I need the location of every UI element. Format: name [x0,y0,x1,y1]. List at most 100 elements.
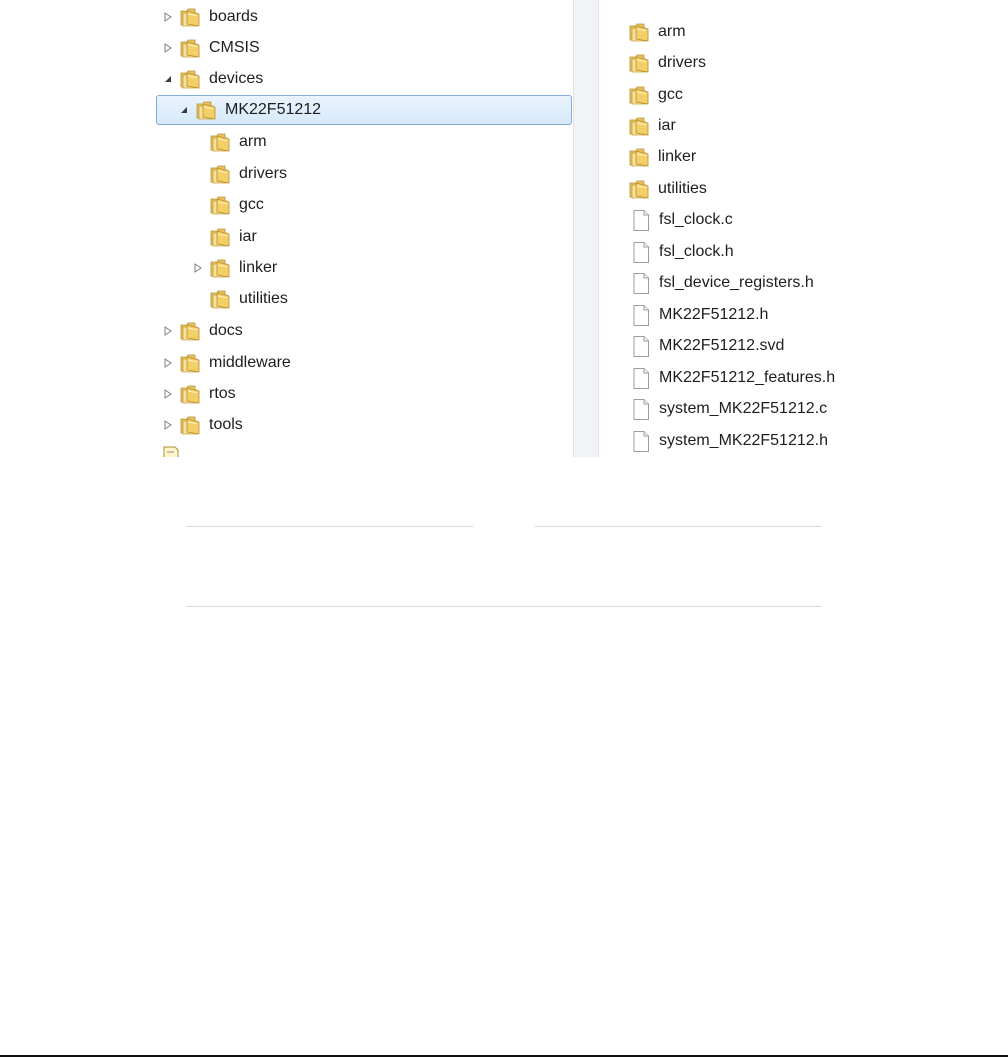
triangle-right-icon[interactable] [161,10,175,24]
tree-item-label: rtos [209,385,236,402]
folder-icon [628,179,650,199]
file-list-label: fsl_device_registers.h [659,274,814,291]
file-icon [633,273,649,294]
archive-file-icon [163,446,179,457]
file-list-label: iar [658,117,676,134]
tree-item-arm[interactable]: arm [209,127,573,157]
file-list-item[interactable]: system_MK22F51212.h [633,426,853,456]
folder-icon [209,195,231,215]
file-list-label: MK22F51212.h [659,306,769,323]
triangle-down-icon[interactable] [161,72,175,86]
tree-item-label: MK22F51212 [225,101,322,118]
tree-item-tools[interactable]: tools [161,410,573,440]
triangle-right-icon[interactable] [191,261,205,275]
file-icon [633,368,649,389]
file-list-label: system_MK22F51212.c [659,400,828,417]
tree-item-label: CMSIS [209,39,260,56]
tree-item-label: arm [239,133,267,150]
file-list-item[interactable]: system_MK22F51212.c [633,394,853,424]
tree-item-label: tools [209,416,243,433]
tree-item-label: utilities [239,290,288,307]
folder-icon [179,384,201,404]
file-list-label: linker [658,148,697,165]
folder-icon [195,100,217,120]
navigation-tree-pane[interactable]: boards CMSIS devices MK22F51212 arm driv… [156,0,573,457]
file-list-item[interactable]: fsl_clock.h [633,237,853,267]
file-list-item[interactable]: drivers [628,48,853,78]
folder-icon [179,415,201,435]
folder-icon [628,147,650,167]
folder-icon [179,7,201,27]
file-list-item[interactable]: fsl_device_registers.h [633,268,853,298]
tree-item-label: drivers [239,165,288,182]
file-list-item[interactable]: MK22F51212.svd [633,331,853,361]
file-list-item[interactable]: fsl_clock.c [633,205,853,235]
file-icon [633,305,649,326]
tree-item-drivers[interactable]: drivers [209,159,573,189]
triangle-right-icon[interactable] [161,418,175,432]
tree-item-docs[interactable]: docs [161,316,573,346]
tree-item-middleware[interactable]: middleware [161,348,573,378]
tree-item-utilities[interactable]: utilities [209,284,573,314]
file-list-item[interactable]: utilities [628,174,853,204]
file-list-label: fsl_clock.h [659,243,734,260]
file-list-pane[interactable]: arm drivers gcc iar linker utilities fsl… [599,0,853,457]
file-icon [633,210,649,231]
triangle-right-icon[interactable] [161,387,175,401]
triangle-right-icon[interactable] [161,356,175,370]
horizontal-rule [186,526,473,527]
file-explorer-window: boards CMSIS devices MK22F51212 arm driv… [156,0,853,457]
file-list-item[interactable]: gcc [628,80,853,110]
file-list-item[interactable]: MK22F51212_features.h [633,363,853,393]
file-list-item[interactable]: MK22F51212.h [633,300,853,330]
folder-icon [209,289,231,309]
file-icon [633,399,649,420]
folder-icon [209,227,231,247]
folder-icon [628,22,650,42]
folder-icon [179,69,201,89]
tree-item-partial[interactable] [163,442,573,457]
file-icon [633,242,649,263]
tree-item-label: linker [239,259,278,276]
file-icon [633,431,649,452]
file-list-label: system_MK22F51212.h [659,432,828,449]
folder-icon [209,258,231,278]
tree-item-label: docs [209,322,243,339]
tree-item-label: iar [239,228,257,245]
file-list-label: arm [658,23,686,40]
tree-item-linker[interactable]: linker [191,253,573,283]
file-list-label: drivers [658,54,707,71]
folder-icon [179,321,201,341]
file-list-item[interactable]: iar [628,111,853,141]
folder-icon [628,53,650,73]
tree-item-label: devices [209,70,264,87]
file-icon [633,336,649,357]
folder-icon [209,132,231,152]
folder-icon [179,38,201,58]
tree-item-boards[interactable]: boards [161,2,573,32]
triangle-right-icon[interactable] [161,324,175,338]
pane-splitter[interactable] [573,0,599,457]
tree-item-rtos[interactable]: rtos [161,379,573,409]
file-list-item[interactable]: arm [628,17,853,47]
triangle-right-icon[interactable] [161,41,175,55]
file-list-item[interactable]: linker [628,142,853,172]
tree-item-gcc[interactable]: gcc [209,190,573,220]
tree-item-label: gcc [239,196,264,213]
tree-item-cmsis[interactable]: CMSIS [161,33,573,63]
folder-icon [628,116,650,136]
tree-item-mk22f51212[interactable]: MK22F51212 [156,95,572,125]
tree-item-iar[interactable]: iar [209,222,573,252]
tree-item-label: boards [209,8,258,25]
horizontal-rule [186,606,821,607]
file-list-label: fsl_clock.c [659,211,733,228]
tree-item-devices[interactable]: devices [161,64,573,94]
folder-icon [628,85,650,105]
file-list-label: utilities [658,180,707,197]
triangle-down-icon[interactable] [177,103,191,117]
file-list-label: MK22F51212_features.h [659,369,836,386]
file-list-label: MK22F51212.svd [659,337,785,354]
folder-icon [179,353,201,373]
tree-item-label: middleware [209,354,291,371]
file-list-label: gcc [658,86,683,103]
